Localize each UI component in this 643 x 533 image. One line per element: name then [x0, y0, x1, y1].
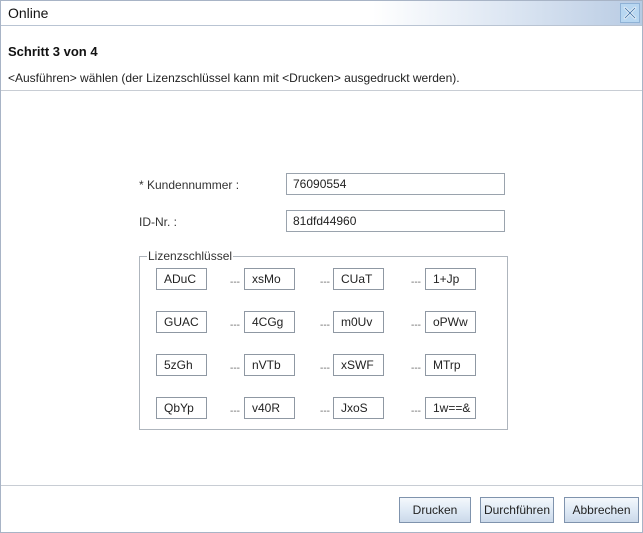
window-title: Online — [8, 5, 49, 21]
license-key-segment[interactable]: 1+Jp — [425, 268, 476, 290]
key-separator: --- — [230, 406, 240, 417]
key-separator: --- — [320, 320, 330, 331]
license-key-segment[interactable]: JxoS — [333, 397, 384, 419]
footer-divider — [1, 485, 642, 486]
instruction-text: <Ausführen> wählen (der Lizenzschlüssel … — [8, 71, 460, 85]
license-key-segment[interactable]: xsMo — [244, 268, 295, 290]
key-separator: --- — [320, 277, 330, 288]
key-separator: --- — [411, 320, 421, 331]
close-icon — [623, 6, 637, 20]
license-key-segment[interactable]: QbYp — [156, 397, 207, 419]
license-key-group: Lizenzschlüssel ADuC --- xsMo --- CUaT -… — [139, 249, 508, 430]
cancel-button[interactable]: Abbrechen — [564, 497, 639, 523]
license-key-segment[interactable]: nVTb — [244, 354, 295, 376]
execute-button[interactable]: Durchführen — [480, 497, 554, 523]
license-key-segment[interactable]: MTrp — [425, 354, 476, 376]
license-key-segment[interactable]: 5zGh — [156, 354, 207, 376]
step-title: Schritt 3 von 4 — [8, 44, 98, 59]
print-button[interactable]: Drucken — [399, 497, 471, 523]
key-separator: --- — [320, 406, 330, 417]
license-key-segment[interactable]: GUAC — [156, 311, 207, 333]
key-separator: --- — [411, 363, 421, 374]
id-number-input[interactable] — [286, 210, 505, 232]
key-separator: --- — [230, 277, 240, 288]
header-divider — [1, 90, 642, 91]
key-separator: --- — [230, 363, 240, 374]
title-bar: Online — [1, 1, 642, 26]
license-key-segment[interactable]: oPWw — [425, 311, 476, 333]
id-number-label: ID-Nr. : — [139, 215, 177, 229]
license-key-segment[interactable]: 1w==& — [425, 397, 476, 419]
license-key-segment[interactable]: CUaT — [333, 268, 384, 290]
license-key-legend: Lizenzschlüssel — [147, 249, 234, 263]
license-key-segment[interactable]: 4CGg — [244, 311, 295, 333]
key-separator: --- — [411, 406, 421, 417]
customer-number-input[interactable] — [286, 173, 505, 195]
license-key-segment[interactable]: xSWF — [333, 354, 384, 376]
key-separator: --- — [411, 277, 421, 288]
online-dialog: Online Schritt 3 von 4 <Ausführen> wähle… — [0, 0, 643, 533]
close-button[interactable] — [620, 3, 640, 23]
customer-number-label: * Kundennummer : — [139, 178, 240, 192]
license-key-segment[interactable]: v40R — [244, 397, 295, 419]
license-key-segment[interactable]: ADuC — [156, 268, 207, 290]
key-separator: --- — [320, 363, 330, 374]
license-key-segment[interactable]: m0Uv — [333, 311, 384, 333]
key-separator: --- — [230, 320, 240, 331]
